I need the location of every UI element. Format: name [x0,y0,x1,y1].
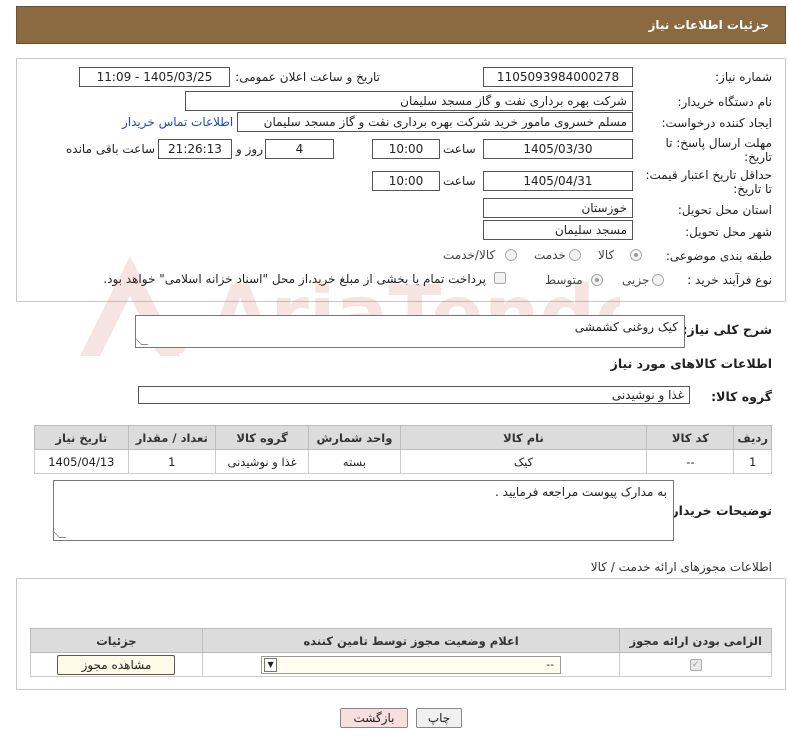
price-validity-time-field: 10:00 [372,171,440,191]
permits-table-header: جزئیات اعلام وضعیت مجوز توسط تامین کننده… [30,628,772,653]
col-quantity: تعداد / مقدار [127,425,216,450]
cell-need-date: 1405/04/13 [34,449,129,474]
buyer-notes-textarea[interactable]: به مدارک پیوست مراجعه فرمایید . [52,480,674,541]
buyer-org-label: نام دستگاه خریدار: [677,95,773,109]
city-field: مسجد سلیمان [483,220,633,240]
cell-supplier-status: -- ▼ [201,652,621,677]
process-option-minor: جزیی [622,273,650,287]
permits-title: اطلاعات مجوزهای ارائه خدمت / کالا [590,560,772,574]
reply-deadline-label-2: تاریخ: [744,150,772,164]
announce-datetime-field: 1405/03/25 - 11:09 [79,67,230,87]
price-validity-label: حداقل تاریخ اعتبار قیمت: [645,168,772,182]
col-details: جزئیات [30,628,203,653]
back-button[interactable]: بازگشت [340,708,408,728]
permit-status-value: -- [546,657,555,671]
announce-datetime-label: تاریخ و ساعت اعلان عمومی: [235,70,380,84]
resize-handle-icon[interactable] [52,531,67,538]
price-validity-label-2: تا تاریخ: [733,182,772,196]
view-permit-button[interactable]: مشاهده مجوز [57,654,176,675]
reply-deadline-time-label: ساعت [443,142,476,156]
cell-goods-group: غذا و نوشیدنی [214,449,310,474]
treasury-payment-checkbox[interactable] [494,272,506,284]
cell-quantity: 1 [127,449,216,474]
permit-status-select[interactable]: -- ▼ [261,655,562,674]
goods-section-title: اطلاعات کالاهای مورد نیاز [610,356,772,371]
province-field: خوزستان [483,198,633,218]
buyer-notes-label: توضیحات خریدار: [666,503,772,518]
category-radio-goods-service[interactable] [505,249,517,261]
description-textarea[interactable]: کیک روغنی کشمشی [134,315,685,348]
goods-table-header: تاریخ نیاز تعداد / مقدار گروه کالا واحد … [34,425,772,450]
cell-permit-required: ✓ [619,652,772,677]
description-label: شرح کلی نیاز: [682,322,772,337]
buyer-contact-link[interactable]: اطلاعات تماس خریدار [122,115,233,129]
cell-row: 1 [733,449,772,474]
remaining-time-label: ساعت باقی مانده [66,142,156,156]
page-title: جزئیات اطلاعات نیاز [648,18,769,32]
permit-required-checkbox[interactable]: ✓ [689,658,702,671]
reply-deadline-label: مهلت ارسال پاسخ: تا [665,136,772,150]
col-need-date: تاریخ نیاز [34,425,129,450]
category-option-goods: کالا [598,248,615,262]
process-radio-minor[interactable] [652,274,664,286]
description-text: کیک روغنی کشمشی [574,320,678,334]
price-validity-time-label: ساعت [443,174,476,188]
treasury-payment-note: پرداخت تمام یا بخشی از مبلغ خرید،از محل … [103,272,486,286]
city-label: شهر محل تحویل: [685,225,772,239]
process-radio-medium[interactable] [591,274,603,286]
chevron-down-icon[interactable]: ▼ [264,657,278,672]
resize-handle-icon[interactable] [134,338,149,345]
category-option-service: خدمت [534,248,566,262]
need-number-field: 1105093984000278 [483,67,633,87]
table-row: مشاهده مجوز -- ▼ ✓ [30,652,772,677]
permits-table: جزئیات اعلام وضعیت مجوز توسط تامین کننده… [30,628,772,677]
process-option-medium: متوسط [545,273,583,287]
need-number-label: شماره نیاز: [715,70,772,84]
col-goods-group: گروه کالا [214,425,310,450]
col-supplier-status: اعلام وضعیت مجوز توسط تامین کننده [201,628,621,653]
col-row: ردیف [733,425,772,450]
category-radio-service[interactable] [569,249,581,261]
buyer-notes-text: به مدارک پیوست مراجعه فرمایید . [495,485,667,499]
goods-group-label: گروه کالا: [711,389,772,404]
buyer-org-field: شرکت بهره برداری نفت و گاز مسجد سلیمان [185,91,633,111]
reply-days-field: 4 [265,139,334,159]
col-unit: واحد شمارش [308,425,401,450]
goods-table: تاریخ نیاز تعداد / مقدار گروه کالا واحد … [34,425,772,474]
col-permit-required: الزامی بودن ارائه مجوز [619,628,772,653]
goods-group-field: غذا و نوشیدنی [138,386,690,404]
cell-goods-name: کیک [399,449,648,474]
process-type-label: نوع فرآیند خرید : [687,273,772,287]
reply-deadline-date-field: 1405/03/30 [483,139,633,159]
remaining-time-field: 21:26:13 [158,139,232,159]
col-goods-code: کد کالا [646,425,735,450]
requester-label: ایجاد کننده درخواست: [661,116,772,130]
category-radio-goods[interactable] [630,249,642,261]
reply-deadline-time-field: 10:00 [372,139,440,159]
category-label: طبقه بندی موضوعی: [665,249,772,263]
cell-unit: بسته [308,449,401,474]
page-header: جزئیات اطلاعات نیاز [16,6,786,44]
reply-days-label: روز و [236,142,263,156]
cell-goods-code: -- [646,449,735,474]
category-option-goods-service: کالا/خدمت [443,248,496,262]
price-validity-date-field: 1405/04/31 [483,171,633,191]
table-row: 1405/04/13 1 غذا و نوشیدنی بسته کیک -- 1 [34,449,772,474]
print-button[interactable]: چاپ [416,708,462,728]
cell-details: مشاهده مجوز [30,652,203,677]
requester-field: مسلم خسروی مامور خرید شرکت بهره برداری ن… [237,112,633,132]
province-label: استان محل تحویل: [677,203,772,217]
col-goods-name: نام کالا [399,425,648,450]
